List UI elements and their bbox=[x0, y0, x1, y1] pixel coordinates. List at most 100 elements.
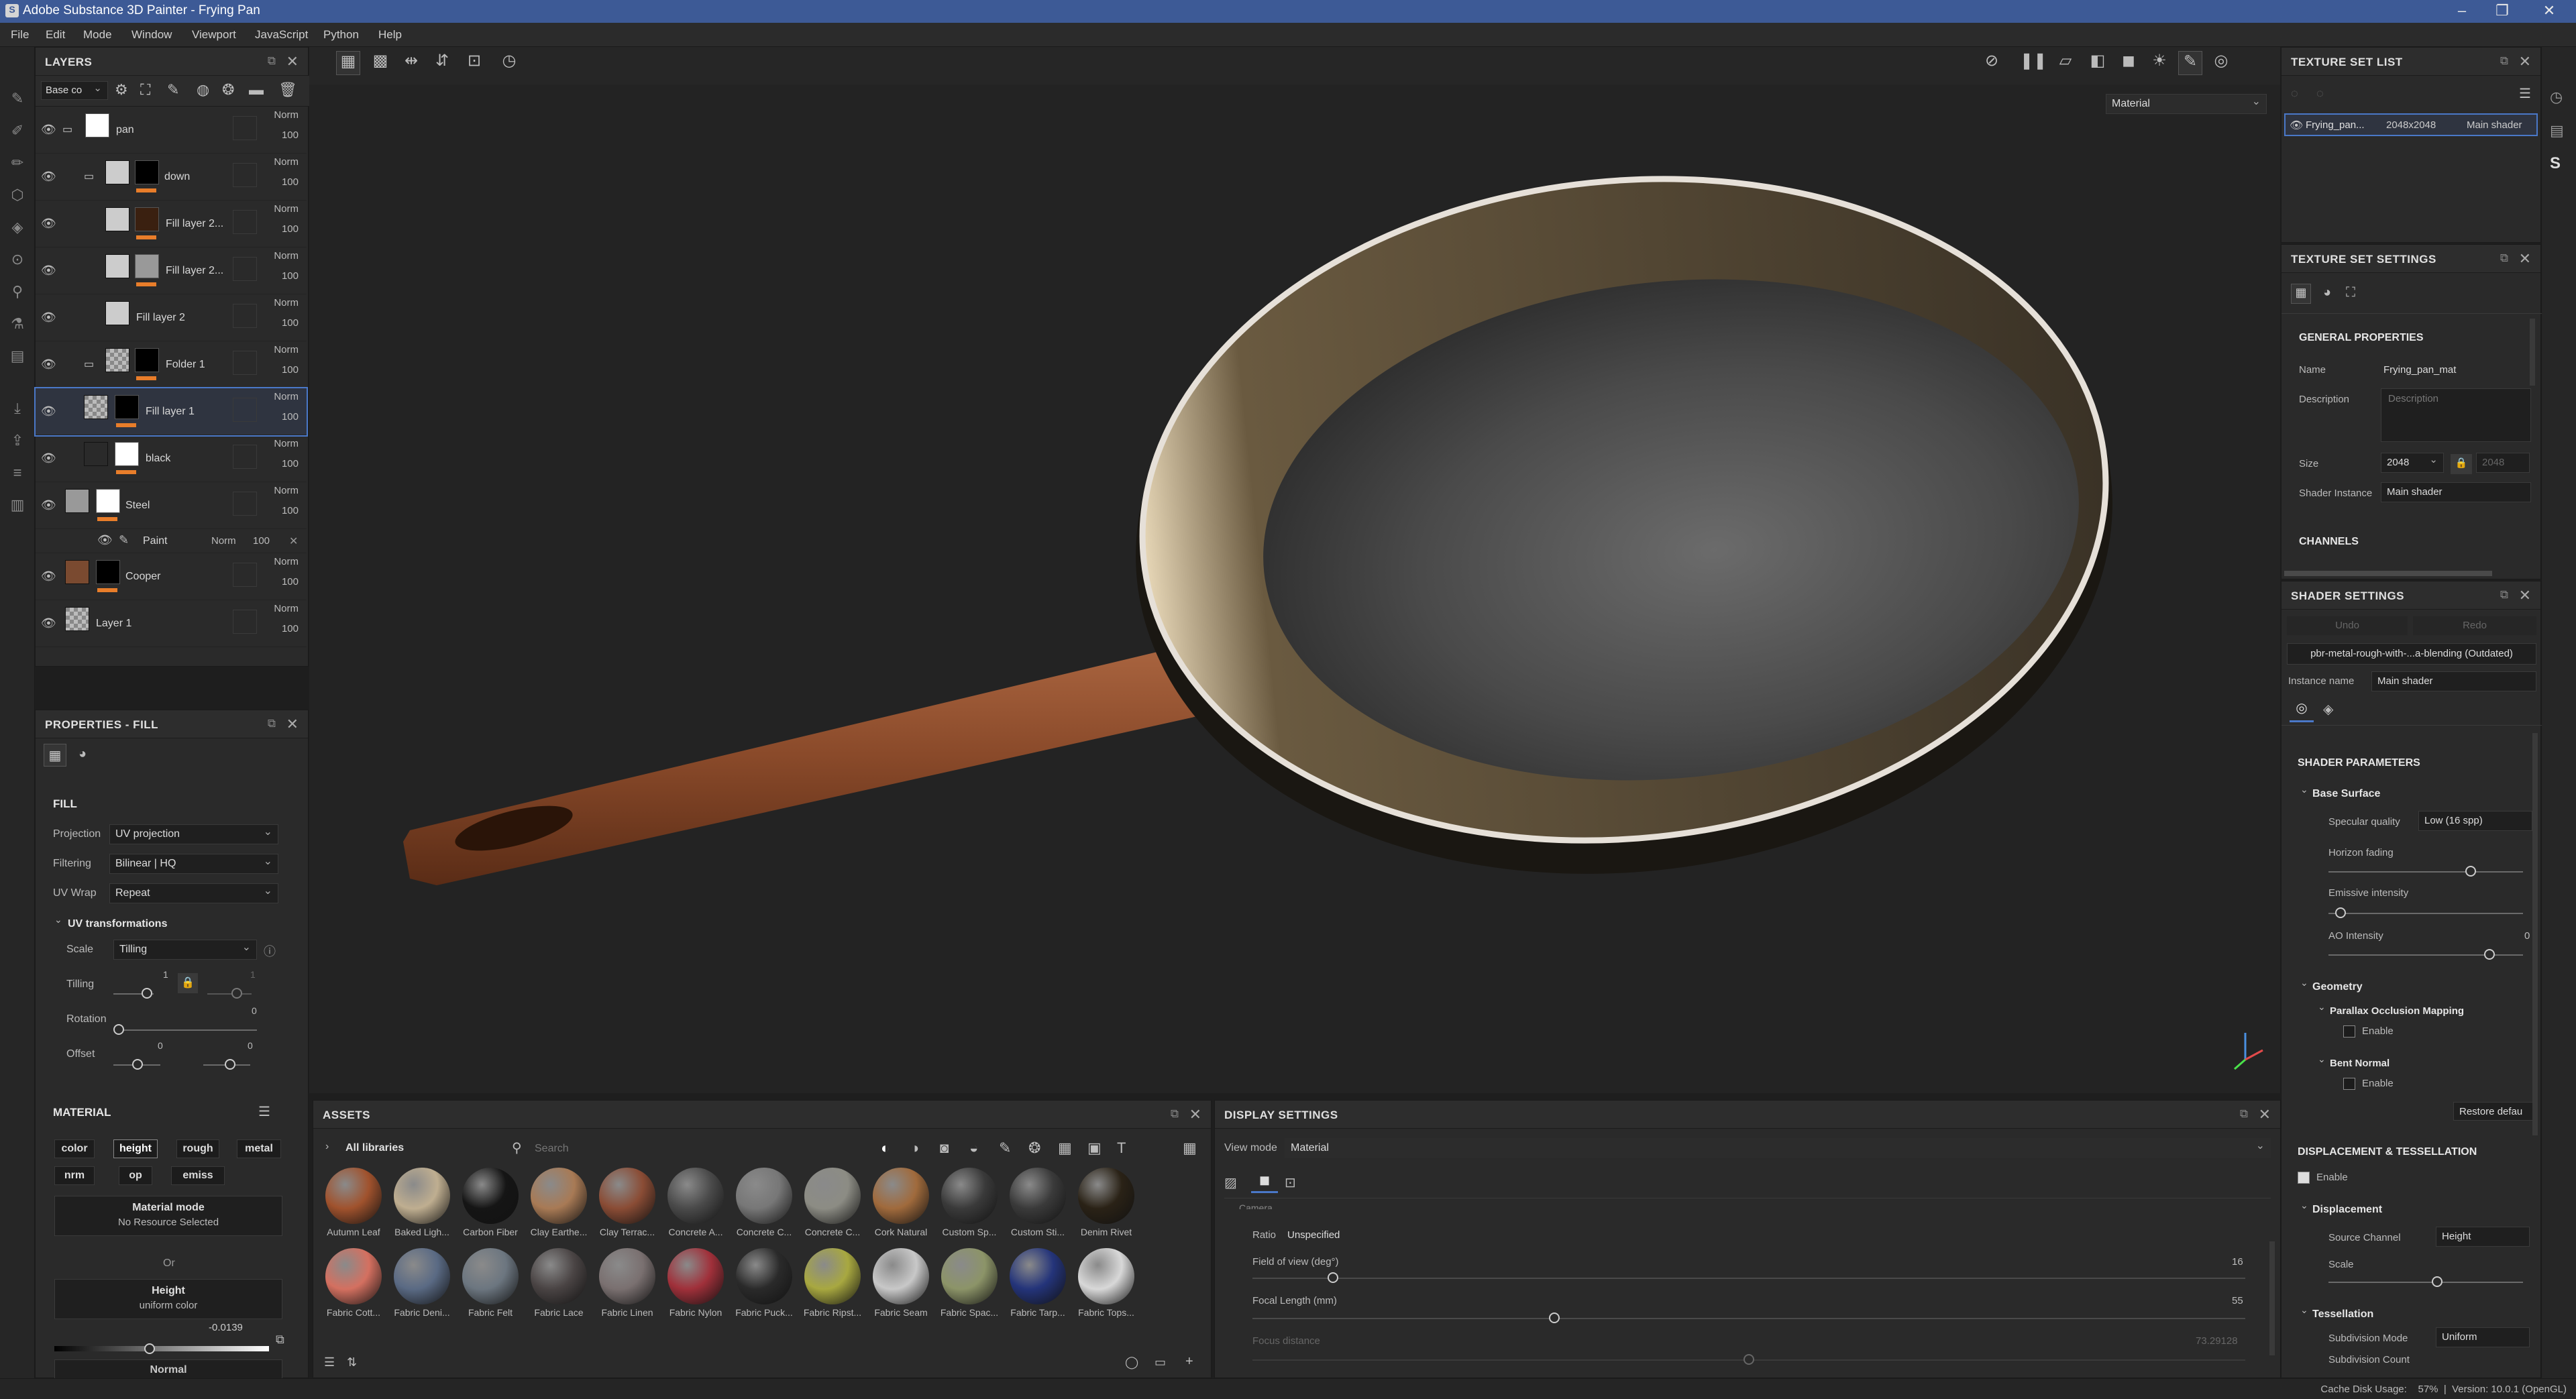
close-panel-icon[interactable]: ✕ bbox=[286, 716, 299, 733]
viewer-tab-icon[interactable]: ⊡ bbox=[1285, 1174, 1296, 1191]
camera-tab-icon[interactable]: ◼ bbox=[1251, 1172, 1278, 1193]
bent-normal-enable-checkbox[interactable] bbox=[2343, 1078, 2355, 1090]
blend-mode[interactable]: Norm bbox=[274, 603, 299, 614]
shader-scrollbar[interactable] bbox=[2532, 733, 2538, 1135]
blend-mode[interactable]: Norm bbox=[274, 485, 299, 496]
tilling-knob-u[interactable] bbox=[142, 988, 152, 999]
opacity-value[interactable]: 100 bbox=[282, 411, 299, 423]
view-mode-select[interactable]: Material bbox=[1285, 1138, 2271, 1158]
sort-icon[interactable]: ⇅ bbox=[347, 1355, 357, 1369]
asset-item[interactable]: Autumn Leaf bbox=[320, 1168, 387, 1237]
asset-item[interactable]: Fabric Deni... bbox=[388, 1248, 455, 1318]
clone-icon[interactable]: ⊙ bbox=[8, 251, 27, 270]
projection-select[interactable]: UV projection bbox=[109, 824, 278, 844]
dock-icon[interactable]: ⧉ bbox=[1171, 1107, 1179, 1121]
base-surface-title[interactable]: Base Surface bbox=[2312, 788, 2380, 800]
menu-window[interactable]: Window bbox=[131, 28, 172, 42]
add-mask-icon[interactable]: ⛶ bbox=[140, 81, 150, 99]
blend-mode[interactable]: Norm bbox=[274, 556, 299, 567]
chevron-down-icon[interactable]: ⌄ bbox=[54, 914, 62, 926]
layer-down[interactable]: 👁 ▭ down Norm 100 bbox=[36, 154, 307, 201]
history-icon[interactable]: ◷ bbox=[2550, 89, 2563, 106]
brushes-filter-icon[interactable]: ✎ bbox=[999, 1139, 1011, 1157]
filter-list-icon[interactable]: ☰ bbox=[324, 1355, 335, 1369]
chevron-down-icon[interactable]: ⌄ bbox=[2300, 1200, 2308, 1211]
asset-item[interactable]: Fabric Tarp... bbox=[1004, 1248, 1071, 1318]
asset-item[interactable]: Fabric Spac... bbox=[936, 1248, 1003, 1318]
size-select[interactable]: 2048 bbox=[2381, 453, 2444, 473]
channel-chip-color[interactable]: color bbox=[54, 1139, 95, 1158]
fov-knob[interactable] bbox=[1328, 1272, 1338, 1283]
parallax-enable-checkbox[interactable] bbox=[2343, 1025, 2355, 1038]
height-slider[interactable] bbox=[54, 1346, 269, 1351]
visibility-eye-icon[interactable]: 👁 bbox=[41, 217, 56, 231]
bent-normal-title[interactable]: Bent Normal bbox=[2330, 1058, 2390, 1069]
layer-fill-2[interactable]: 👁 Fill layer 2 Norm 100 bbox=[36, 294, 307, 341]
description-field[interactable]: Description bbox=[2381, 388, 2531, 442]
dock-icon[interactable]: ⧉ bbox=[268, 717, 276, 730]
blend-mode[interactable]: Norm bbox=[274, 156, 299, 168]
visibility-eye-icon[interactable]: 👁 bbox=[41, 357, 56, 372]
mesh-tab-icon[interactable]: ◕ bbox=[2323, 285, 2331, 300]
focal-value[interactable]: 55 bbox=[2232, 1295, 2243, 1306]
list-menu-icon[interactable]: ☰ bbox=[2519, 85, 2531, 102]
opacity-value[interactable]: 100 bbox=[282, 176, 299, 188]
asset-item[interactable]: Clay Earthe... bbox=[525, 1168, 592, 1237]
ao-intensity-value[interactable]: 0 bbox=[2524, 930, 2530, 942]
height-knob[interactable] bbox=[144, 1343, 155, 1354]
asset-item[interactable]: Fabric Seam bbox=[867, 1248, 934, 1318]
asset-item[interactable]: Fabric Ripst... bbox=[799, 1248, 866, 1318]
focus-value[interactable]: 73.29128 bbox=[2196, 1335, 2238, 1347]
asset-item[interactable]: Custom Sti... bbox=[1004, 1168, 1071, 1237]
texture-set-row[interactable]: 👁 Frying_pan... 2048x2048 Main shader bbox=[2284, 113, 2538, 136]
smudge-icon[interactable]: ◈ bbox=[8, 219, 27, 237]
asset-item[interactable]: Baked Ligh... bbox=[388, 1168, 455, 1237]
text-filter-icon[interactable]: T bbox=[1117, 1139, 1126, 1157]
rotation-slider[interactable] bbox=[116, 1029, 257, 1031]
blend-mode[interactable]: Norm bbox=[274, 109, 299, 121]
polygon-fill-icon[interactable]: ▤ bbox=[8, 347, 27, 366]
geometry-fill-icon[interactable]: ⬡ bbox=[8, 186, 27, 205]
asset-item[interactable]: Cork Natural bbox=[867, 1168, 934, 1237]
visibility-eye-icon[interactable]: 👁 bbox=[41, 170, 56, 184]
channel-chip-emiss[interactable]: emiss bbox=[171, 1166, 225, 1185]
specular-quality-select[interactable]: Low (16 spp) bbox=[2418, 811, 2532, 831]
particles-filter-icon[interactable]: ❂ bbox=[1028, 1139, 1040, 1157]
parallax-title[interactable]: Parallax Occlusion Mapping bbox=[2330, 1005, 2464, 1017]
asset-item[interactable]: Fabric Linen bbox=[594, 1248, 661, 1318]
menu-edit[interactable]: Edit bbox=[46, 28, 65, 42]
filtering-select[interactable]: Bilinear | HQ bbox=[109, 854, 278, 874]
visibility-eye-icon[interactable]: 👁 bbox=[41, 498, 56, 512]
minimize-icon[interactable]: – bbox=[2442, 2, 2482, 21]
channel-chip-rough[interactable]: rough bbox=[176, 1139, 219, 1158]
channel-chip-nrm[interactable]: nrm bbox=[54, 1166, 95, 1185]
close-panel-icon[interactable]: ✕ bbox=[1189, 1106, 1201, 1123]
offset-knob-v[interactable] bbox=[225, 1059, 235, 1070]
channel-select[interactable]: Base co bbox=[41, 81, 108, 100]
uv-tab-icon[interactable]: ⛶ bbox=[2346, 285, 2355, 300]
environments-filter-icon[interactable]: ▣ bbox=[1087, 1139, 1102, 1157]
close-panel-icon[interactable]: ✕ bbox=[2519, 250, 2531, 268]
blend-mode[interactable]: Norm bbox=[274, 203, 299, 215]
blend-mode[interactable]: Norm bbox=[274, 391, 299, 402]
generators-filter-icon[interactable]: ◒ bbox=[969, 1139, 978, 1157]
layer-steel[interactable]: 👁 Steel Norm 100 bbox=[36, 482, 307, 529]
height-box[interactable]: Height uniform color bbox=[54, 1279, 282, 1319]
offset-knob-u[interactable] bbox=[132, 1059, 143, 1070]
height-value[interactable]: -0.0139 bbox=[209, 1322, 243, 1333]
paint-brush-icon[interactable]: ✎ bbox=[8, 90, 27, 109]
uv-transformations-title[interactable]: UV transformations bbox=[68, 918, 167, 930]
layer-fill-2b[interactable]: 👁 Fill layer 2... Norm 100 bbox=[36, 247, 307, 294]
opacity-value[interactable]: 100 bbox=[253, 535, 270, 547]
close-panel-icon[interactable]: ✕ bbox=[2519, 53, 2531, 70]
opacity-value[interactable]: 100 bbox=[282, 505, 299, 516]
dock-icon[interactable]: ⧉ bbox=[268, 54, 276, 68]
asset-item[interactable]: Concrete A... bbox=[662, 1168, 729, 1237]
grid-toggle-icon[interactable]: ▦ bbox=[1183, 1139, 1197, 1157]
dock-icon[interactable]: ⧉ bbox=[2240, 1107, 2248, 1121]
environment-tab-icon[interactable]: ▨ bbox=[1224, 1174, 1237, 1191]
displacement-scale-knob[interactable] bbox=[2432, 1276, 2443, 1287]
emissive-slider[interactable] bbox=[2328, 913, 2523, 914]
asset-item[interactable]: Fabric Lace bbox=[525, 1248, 592, 1318]
close-panel-icon[interactable]: ✕ bbox=[286, 53, 299, 70]
